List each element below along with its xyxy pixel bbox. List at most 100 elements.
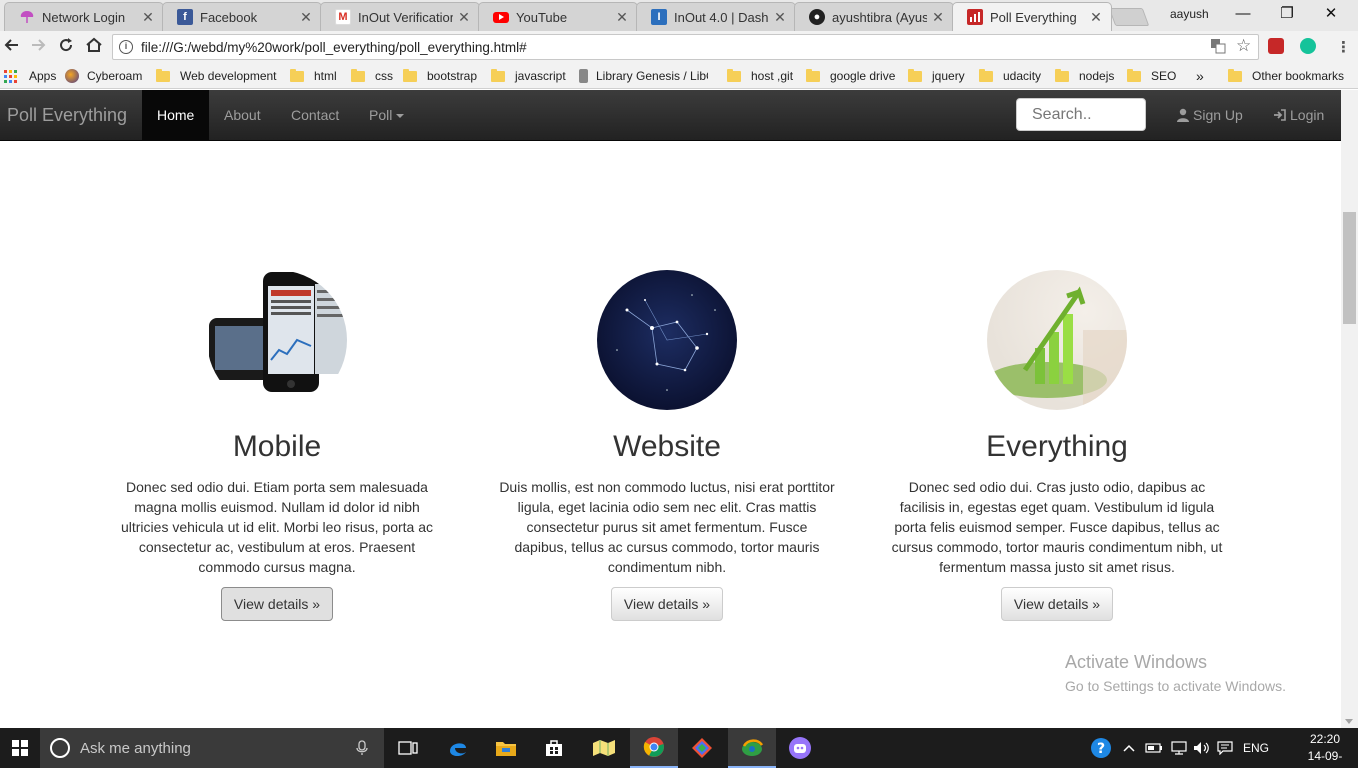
bookmark-nodejs[interactable]: nodejs — [1055, 67, 1114, 85]
notification-icon[interactable] — [1217, 728, 1233, 768]
maximize-icon[interactable]: ❐ — [1264, 3, 1310, 27]
edge-browser-icon[interactable] — [434, 728, 482, 768]
bookmark-seo[interactable]: SEO — [1127, 67, 1176, 85]
scrollbar-thumb[interactable] — [1343, 212, 1356, 324]
photos-map-icon[interactable] — [580, 728, 628, 768]
taskbar-clock[interactable]: 22:20 14-09-2017 — [1296, 731, 1354, 782]
search-input[interactable] — [1016, 98, 1146, 131]
tab-close-icon[interactable]: ✕ — [457, 9, 471, 26]
bookmarks-overflow-chevron-icon[interactable]: » — [1196, 67, 1204, 85]
folder-icon — [727, 68, 741, 82]
tab-close-icon[interactable]: ✕ — [773, 9, 787, 26]
microphone-icon[interactable] — [356, 740, 368, 756]
chrome-menu-icon[interactable]: ⋮ — [1336, 38, 1351, 56]
bookmarks-bar: Apps Cyberoam Web development html css b… — [0, 63, 1358, 89]
login-link[interactable]: Login — [1273, 90, 1324, 140]
idm-icon[interactable] — [728, 728, 776, 768]
view-details-button[interactable]: View details » — [1000, 587, 1114, 621]
messenger-app-icon[interactable] — [776, 728, 824, 768]
feature-title: Website — [613, 430, 721, 463]
view-details-button[interactable]: View details » — [610, 587, 724, 621]
tray-chevron-up-icon[interactable] — [1123, 728, 1135, 768]
tab-close-icon[interactable]: ✕ — [141, 9, 155, 26]
forward-arrow-icon[interactable] — [26, 35, 50, 59]
scroll-down-arrow-icon[interactable] — [1345, 719, 1353, 724]
apps-grid-icon — [4, 69, 17, 83]
bookmark-library-genesis[interactable]: Library Genesis / LibG — [579, 67, 708, 85]
language-indicator[interactable]: ENG — [1243, 728, 1269, 768]
feature-website: Website Duis mollis, est non commodo luc… — [487, 270, 847, 621]
login-label: Login — [1290, 107, 1325, 123]
bookmark-label: Cyberoam — [87, 69, 143, 83]
cortana-search-box[interactable]: Ask me anything — [40, 728, 384, 768]
tab-youtube[interactable]: YouTube ✕ — [478, 2, 638, 31]
bookmark-label: javascript — [515, 69, 566, 83]
view-details-button[interactable]: View details » — [220, 587, 334, 621]
extension-red-icon[interactable] — [1268, 38, 1284, 54]
bookmark-label: jquery — [932, 69, 965, 83]
windows-start-icon[interactable] — [0, 728, 40, 768]
folder-icon — [1127, 68, 1141, 82]
tab-poll-everything[interactable]: Poll Everything ✕ — [952, 2, 1112, 31]
tab-inout-verification[interactable]: M InOut Verification ✕ — [320, 2, 480, 31]
page-scrollbar[interactable] — [1341, 90, 1358, 728]
bookmark-udacity[interactable]: udacity — [979, 67, 1041, 85]
bookmark-web-development[interactable]: Web development — [156, 67, 277, 85]
tab-inout-dashboard[interactable]: I InOut 4.0 | Dashbo ✕ — [636, 2, 796, 31]
help-icon[interactable]: ? — [1090, 728, 1112, 768]
bookmark-bootstrap[interactable]: bootstrap — [403, 67, 477, 85]
network-icon[interactable] — [1170, 728, 1188, 768]
tab-close-icon[interactable]: ✕ — [299, 9, 313, 26]
bookmark-apps[interactable]: Apps — [4, 67, 56, 85]
login-icon — [1274, 109, 1286, 121]
reload-icon[interactable] — [54, 35, 78, 59]
youtube-icon — [493, 11, 509, 23]
bookmark-label: Other bookmarks — [1252, 69, 1345, 83]
back-arrow-icon[interactable] — [0, 35, 24, 59]
translate-icon[interactable] — [1210, 38, 1226, 58]
bookmark-star-icon[interactable]: ☆ — [1236, 36, 1251, 56]
site-brand[interactable]: Poll Everything — [7, 105, 127, 126]
chrome-taskbar-icon[interactable] — [630, 728, 678, 768]
tab-close-icon[interactable]: ✕ — [1089, 9, 1103, 26]
task-view-icon[interactable] — [384, 728, 432, 768]
bookmark-google-drive[interactable]: google drive — [806, 67, 895, 85]
bookmark-label: Library Genesis / LibG — [596, 69, 708, 83]
page-info-icon[interactable]: i — [119, 40, 133, 54]
git-kraken-icon[interactable] — [678, 728, 726, 768]
battery-icon[interactable] — [1145, 728, 1163, 768]
bookmark-other-bookmarks[interactable]: Other bookmarks — [1228, 67, 1344, 85]
tab-close-icon[interactable]: ✕ — [931, 9, 945, 26]
tab-github[interactable]: ● ayushtibra (Ayush ✕ — [794, 2, 954, 31]
new-tab-button[interactable] — [1108, 8, 1150, 26]
bookmark-javascript[interactable]: javascript — [491, 67, 566, 85]
library-genesis-icon — [579, 69, 588, 83]
home-icon[interactable] — [82, 35, 106, 59]
file-explorer-icon[interactable] — [482, 728, 530, 768]
nav-poll-dropdown[interactable]: Poll — [354, 90, 419, 140]
minimize-icon[interactable]: — — [1220, 3, 1266, 27]
feature-text: Donec sed odio dui. Cras justo odio, dap… — [891, 479, 1223, 575]
bookmark-label: css — [375, 69, 393, 83]
nav-home[interactable]: Home — [142, 90, 210, 140]
bookmark-jquery[interactable]: jquery — [908, 67, 965, 85]
tab-close-icon[interactable]: ✕ — [615, 9, 629, 26]
bookmark-host-git[interactable]: host ,git — [727, 67, 793, 85]
tab-facebook[interactable]: f Facebook ✕ — [162, 2, 322, 31]
bookmark-css[interactable]: css — [351, 67, 393, 85]
store-icon[interactable] — [530, 728, 578, 768]
facebook-icon: f — [177, 9, 193, 25]
volume-icon[interactable] — [1193, 728, 1211, 768]
profile-name[interactable]: aayush — [1170, 7, 1209, 21]
folder-icon — [491, 68, 505, 82]
bookmark-html[interactable]: html — [290, 67, 337, 85]
grammarly-icon[interactable] — [1300, 38, 1316, 54]
bookmark-cyberoam[interactable]: Cyberoam — [65, 67, 142, 85]
nav-about[interactable]: About — [209, 90, 276, 140]
address-bar[interactable]: i file:///G:/webd/my%20work/poll_everyth… — [112, 34, 1259, 60]
nav-contact[interactable]: Contact — [276, 90, 354, 140]
close-window-icon[interactable]: ✕ — [1308, 3, 1354, 27]
nav-poll-label: Poll — [369, 107, 393, 123]
tab-network-login[interactable]: Network Login ✕ — [4, 2, 164, 31]
signup-link[interactable]: Sign Up — [1176, 90, 1243, 140]
